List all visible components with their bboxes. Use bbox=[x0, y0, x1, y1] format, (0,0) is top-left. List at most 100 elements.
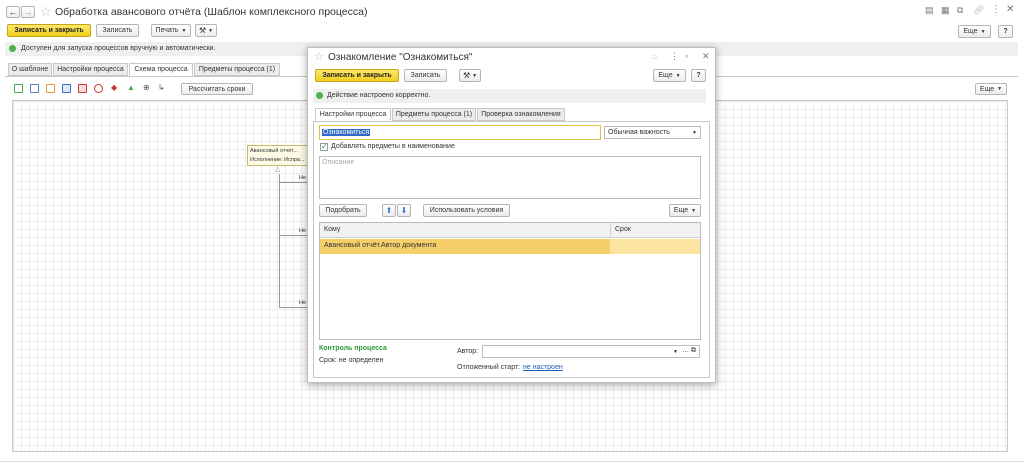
author-label: Автор: bbox=[457, 348, 479, 355]
scheme-arrow-icon: △ bbox=[275, 166, 281, 173]
dialog-title: Ознакомление "Ознакомиться" bbox=[328, 52, 473, 63]
deadline-label: Срок: не определен bbox=[319, 357, 384, 364]
dialog-more-button[interactable]: Еще ▼ bbox=[653, 69, 686, 82]
column-divider bbox=[610, 223, 611, 238]
scheme-review-icon[interactable] bbox=[78, 84, 87, 93]
column-header-to: Кому bbox=[324, 226, 341, 233]
scheme-line-h3 bbox=[279, 307, 307, 308]
scheme-execution-icon[interactable] bbox=[46, 84, 55, 93]
scheme-start-icon[interactable] bbox=[14, 84, 23, 93]
scheme-line-vertical bbox=[279, 174, 280, 308]
importance-select[interactable]: Обычная важность ▼ bbox=[604, 126, 701, 139]
scheme-block[interactable]: Авансовый отчёт... Исполнение: Испра... bbox=[247, 145, 310, 166]
tab-about-template[interactable]: О шаблоне bbox=[8, 63, 52, 76]
chevron-down-icon: ▼ bbox=[675, 72, 681, 79]
scheme-more-button[interactable]: Еще ▼ bbox=[975, 83, 1007, 95]
pick-button[interactable]: Подобрать bbox=[319, 204, 367, 217]
scheme-end-icon[interactable] bbox=[94, 84, 103, 93]
close-icon[interactable]: ✕ bbox=[1006, 4, 1014, 15]
add-subjects-checkbox[interactable]: ✓ bbox=[320, 142, 328, 151]
chevron-down-icon: ▼ bbox=[997, 86, 1003, 92]
ellipsis-icon[interactable]: … bbox=[682, 347, 689, 354]
menu-icon[interactable]: ⋮ bbox=[991, 4, 1001, 15]
dialog-tab-review-check[interactable]: Проверка ознакомления bbox=[477, 108, 565, 121]
move-down-button[interactable]: ⬇ bbox=[397, 204, 411, 217]
scheme-block-line2: Исполнение: Испра... bbox=[250, 157, 305, 163]
description-field[interactable]: Описание bbox=[319, 156, 701, 199]
dialog-save-button[interactable]: Записать bbox=[404, 69, 447, 82]
dialog-status-bar: Действие настроено корректно. bbox=[313, 89, 706, 103]
back-button[interactable]: ← bbox=[6, 6, 20, 18]
open-icon[interactable]: ⧉ bbox=[691, 347, 696, 355]
save-button[interactable]: Записать bbox=[96, 24, 139, 37]
name-field-value: Ознакомиться bbox=[322, 129, 371, 136]
window-title: Обработка авансового отчёта (Шаблон комп… bbox=[55, 6, 368, 18]
column-header-deadline: Срок bbox=[615, 226, 631, 233]
chevron-down-icon: ▼ bbox=[691, 207, 697, 214]
calculate-deadlines-button[interactable]: Рассчитать сроки bbox=[181, 83, 253, 95]
arrow-down-icon: ⬇ bbox=[400, 206, 408, 215]
deferred-start-link[interactable]: не настроен bbox=[523, 364, 563, 371]
chevron-down-icon[interactable]: ▼ bbox=[673, 349, 678, 355]
menu-icon[interactable]: ⋮ bbox=[670, 51, 679, 62]
recipients-table[interactable]: Кому Срок Авансовый отчёт.Автор документ… bbox=[319, 222, 701, 340]
tab-process-scheme[interactable]: Схема процесса bbox=[129, 63, 193, 76]
copy-icon[interactable]: ⧉ bbox=[957, 5, 963, 16]
scheme-approval-icon[interactable] bbox=[62, 84, 71, 93]
print-icon[interactable]: ▤ bbox=[925, 5, 934, 16]
tools-icon: ⚒ bbox=[462, 71, 471, 80]
favorite-star-icon[interactable]: ☆ bbox=[314, 50, 324, 63]
scheme-block-line1: Авансовый отчёт... bbox=[250, 148, 298, 154]
favorite-star-icon[interactable]: ☆ bbox=[40, 4, 52, 20]
review-dialog: ☆ Ознакомление "Ознакомиться" ⌂ ⋮ ▫ ✕ За… bbox=[307, 47, 716, 383]
chevron-down-icon: ▼ bbox=[181, 27, 187, 34]
add-subjects-label: Добавлять предметы в наименование bbox=[331, 143, 455, 150]
bottom-border bbox=[0, 461, 1024, 462]
dialog-help-button[interactable]: ? bbox=[691, 69, 706, 82]
scheme-action-icon[interactable] bbox=[30, 84, 39, 93]
chevron-down-icon: ▼ bbox=[472, 72, 478, 79]
more-button[interactable]: Еще ▼ bbox=[958, 25, 991, 38]
author-field[interactable]: ▼ … ⧉ bbox=[482, 345, 700, 358]
help-button[interactable]: ? bbox=[998, 25, 1013, 38]
chevron-down-icon: ▼ bbox=[208, 27, 214, 34]
dialog-status-text: Действие настроено корректно. bbox=[327, 92, 431, 99]
dialog-tab-subjects[interactable]: Предметы процесса (1) bbox=[392, 108, 476, 121]
dialog-save-close-button[interactable]: Записать и закрыть bbox=[315, 69, 399, 82]
status-ok-icon bbox=[9, 45, 16, 52]
maximize-icon[interactable]: ▫ bbox=[685, 51, 688, 61]
scheme-lock-icon[interactable]: ⊕ bbox=[143, 83, 150, 92]
link-icon[interactable]: ⌂ bbox=[652, 52, 657, 61]
print-button[interactable]: Печать ▼ bbox=[151, 24, 191, 37]
chevron-down-icon: ▼ bbox=[692, 130, 697, 136]
tools-icon: ⚒ bbox=[198, 26, 207, 35]
name-field[interactable]: Ознакомиться bbox=[319, 125, 601, 140]
use-conditions-button[interactable]: Использовать условия bbox=[423, 204, 510, 217]
table-row[interactable]: Авансовый отчёт.Автор документа bbox=[320, 239, 700, 254]
tools-button[interactable]: ⚒ ▼ bbox=[195, 24, 217, 37]
scheme-label: Не bbox=[299, 228, 307, 234]
check-icon: ✓ bbox=[321, 142, 328, 151]
status-text: Доступен для запуска процессов вручную и… bbox=[21, 45, 216, 52]
save-close-button[interactable]: Записать и закрыть bbox=[7, 24, 91, 37]
scheme-condition-icon[interactable]: ◆ bbox=[111, 83, 117, 92]
forward-button[interactable]: → bbox=[21, 6, 35, 18]
process-control-title: Контроль процесса bbox=[319, 345, 387, 352]
deferred-start-label: Отложенный старт: bbox=[457, 364, 521, 371]
scheme-arrow-icon[interactable]: ↳ bbox=[158, 83, 165, 92]
scheme-fork-icon[interactable]: ▲ bbox=[127, 83, 135, 92]
table-header: Кому Срок bbox=[320, 223, 700, 238]
link-icon[interactable]: 🔗︎ bbox=[973, 5, 984, 16]
table-more-button[interactable]: Еще ▼ bbox=[669, 204, 701, 217]
dialog-tab-settings[interactable]: Настройки процесса bbox=[315, 108, 391, 121]
move-up-button[interactable]: ⬆ bbox=[382, 204, 396, 217]
tab-process-settings[interactable]: Настройки процесса bbox=[53, 63, 128, 76]
importance-value: Обычная важность bbox=[608, 129, 670, 136]
scheme-line-h2 bbox=[279, 235, 307, 236]
tab-process-subjects[interactable]: Предметы процесса (1) bbox=[194, 63, 280, 76]
scheme-line-h1 bbox=[279, 182, 307, 183]
chevron-down-icon: ▼ bbox=[980, 28, 986, 35]
close-icon[interactable]: ✕ bbox=[702, 51, 710, 62]
dialog-tools-button[interactable]: ⚒ ▼ bbox=[459, 69, 481, 82]
report-icon[interactable]: ▦ bbox=[941, 5, 950, 16]
